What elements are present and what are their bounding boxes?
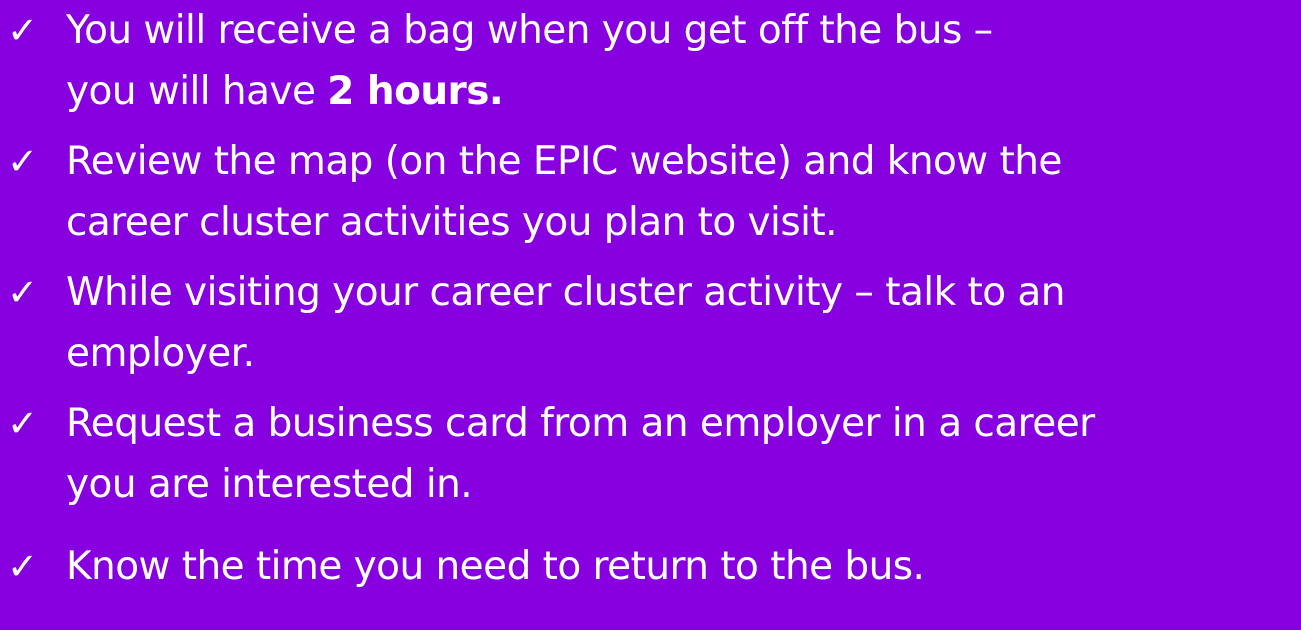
checklist-text: Review the map (on the EPIC website) and… <box>66 139 1062 184</box>
checklist-line: ✓ While visiting your career cluster act… <box>0 262 1301 323</box>
checklist-item-return-time: ✓ Know the time you need to return to th… <box>0 536 1301 597</box>
slide: ✓ You will receive a bag when you get of… <box>0 0 1301 630</box>
checklist-text: You will receive a bag when you get off … <box>66 8 993 53</box>
checklist-text: you will have <box>66 69 328 114</box>
checklist-item-business-card: ✓ Request a business card from an employ… <box>0 393 1301 515</box>
checklist-item-talk-employer: ✓ While visiting your career cluster act… <box>0 262 1301 384</box>
checklist-text: career cluster activities you plan to vi… <box>66 200 838 245</box>
bold-duration-text: 2 hours. <box>327 69 504 114</box>
checklist-text: While visiting your career cluster activ… <box>66 270 1065 315</box>
check-mark-icon: ✓ <box>7 545 38 588</box>
check-mark-icon: ✓ <box>7 9 38 52</box>
checklist-text: Request a business card from an employer… <box>66 401 1095 446</box>
checklist-text: you are interested in. <box>66 462 473 507</box>
checklist-text: employer. <box>66 331 255 376</box>
check-mark-icon: ✓ <box>7 402 38 445</box>
checklist-text: Know the time you need to return to the … <box>66 544 925 589</box>
checklist-item-receive-bag: ✓ You will receive a bag when you get of… <box>0 0 1301 122</box>
checklist-line: ✓ Review the map (on the EPIC website) a… <box>0 131 1301 192</box>
checklist-line: career cluster activities you plan to vi… <box>0 192 1301 253</box>
check-mark-icon: ✓ <box>7 271 38 314</box>
checklist-line: ✓ Request a business card from an employ… <box>0 393 1301 454</box>
checklist-line: you are interested in. <box>0 454 1301 515</box>
checklist-line: ✓ You will receive a bag when you get of… <box>0 0 1301 61</box>
check-mark-icon: ✓ <box>7 140 38 183</box>
checklist-line: employer. <box>0 323 1301 384</box>
checklist-line: you will have 2 hours. <box>0 61 1301 122</box>
checklist-line: ✓ Know the time you need to return to th… <box>0 536 1301 597</box>
checklist-item-review-map: ✓ Review the map (on the EPIC website) a… <box>0 131 1301 253</box>
